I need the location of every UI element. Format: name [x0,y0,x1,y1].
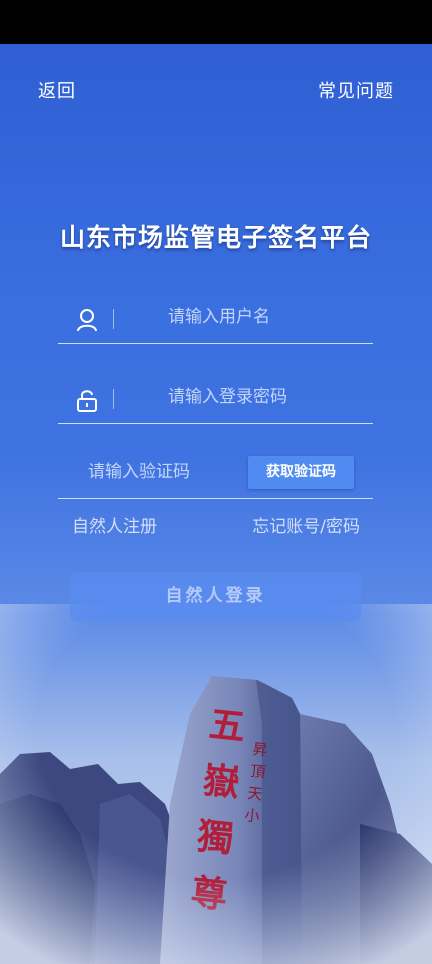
top-bar: 返回 常见问题 [0,44,432,134]
get-code-button[interactable]: 获取验证码 [248,456,354,489]
username-input[interactable] [168,302,363,332]
lock-icon [77,390,97,412]
mount-tai-background-image: 五 嶽 獨 尊 昇 頂 天 小 [0,604,432,964]
faq-link[interactable]: 常见问题 [318,77,394,103]
password-field [58,374,373,424]
password-input[interactable] [168,382,363,412]
verification-code-input[interactable] [88,457,238,487]
forgot-password-link[interactable]: 忘记账号/密码 [252,512,360,537]
page-title: 山东市场监管电子签名平台 [59,223,372,252]
user-icon [77,309,97,332]
login-screen: 五 嶽 獨 尊 昇 頂 天 小 返回 常见问题 山东市场监管电子签名平台 [0,44,432,964]
register-link[interactable]: 自然人注册 [72,512,157,537]
verification-code-field: 获取验证码 [58,449,373,499]
login-button[interactable]: 自然人登录 [70,572,361,621]
username-field [58,294,373,344]
status-bar [0,0,432,44]
field-separator [113,309,114,329]
back-button[interactable]: 返回 [38,77,76,103]
field-separator [113,389,114,409]
